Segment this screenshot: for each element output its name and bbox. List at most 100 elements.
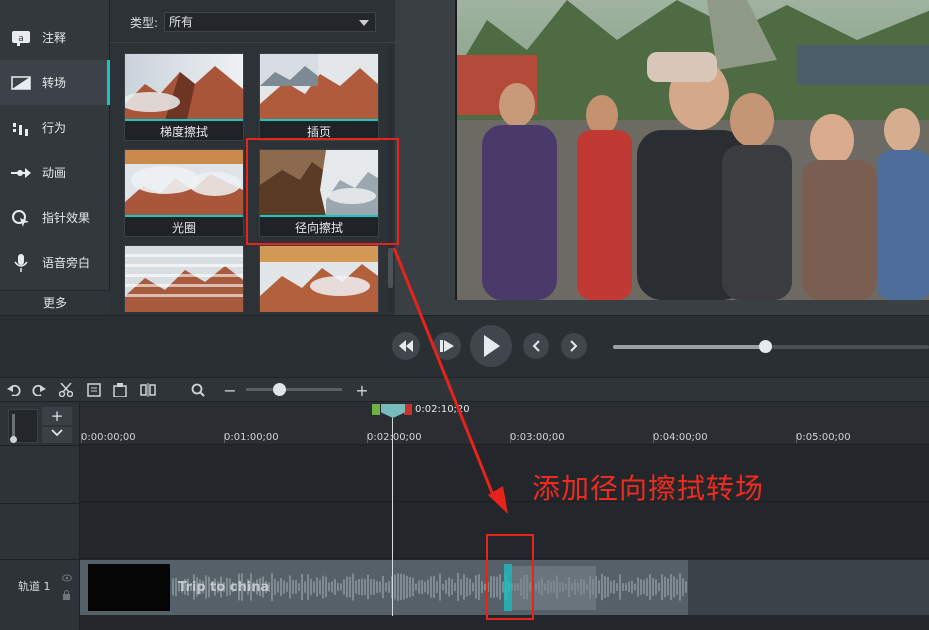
waveform-bar: [340, 583, 342, 591]
waveform-bar: [676, 578, 678, 596]
mountain-preview-image: [260, 246, 378, 312]
previous-clip-button[interactable]: [523, 333, 549, 359]
sidebar-item-label: 语音旁白: [42, 256, 91, 270]
ruler-tick-label: 0:05:00;00: [796, 432, 851, 443]
annotation-arrow: [392, 247, 508, 514]
waveform-bar: [433, 575, 435, 599]
waveform-bar: [598, 580, 600, 594]
type-filter-value: 所有: [169, 15, 194, 29]
transition-thumbnail-iris[interactable]: 光圈: [124, 149, 244, 237]
waveform-bar: [328, 582, 330, 592]
chevron-down-icon: [359, 20, 370, 26]
type-filter-dropdown[interactable]: 所有: [164, 12, 377, 32]
sidebar-item-cursor-effects[interactable]: 指针效果: [0, 195, 110, 240]
waveform-bar: [625, 583, 627, 591]
waveform-bar: [607, 576, 609, 598]
waveform-bar: [310, 578, 312, 596]
collapse-tracks-button[interactable]: [42, 427, 72, 443]
waveform-bar: [472, 582, 474, 592]
cut-icon[interactable]: [58, 381, 74, 399]
waveform-bar: [601, 573, 603, 601]
sidebar-item-annotations[interactable]: a 注释: [0, 15, 110, 60]
waveform-bar: [604, 576, 606, 598]
transition-thumbnail-slide[interactable]: [259, 245, 379, 312]
waveform-bar: [313, 581, 315, 593]
waveform-bar: [403, 574, 405, 600]
sidebar-item-transitions[interactable]: 转场: [0, 60, 110, 105]
waveform-bar: [457, 573, 459, 601]
waveform-bar: [679, 573, 681, 601]
playback-progress-handle[interactable]: [759, 340, 772, 353]
paste-icon[interactable]: [112, 381, 128, 399]
waveform-bar: [451, 579, 453, 595]
lock-icon[interactable]: [62, 589, 72, 600]
zoom-search-icon: [190, 381, 206, 399]
waveform-bar: [301, 573, 303, 601]
waveform-bar: [649, 574, 651, 600]
waveform-bar: [454, 583, 456, 591]
waveform-bar: [424, 581, 426, 593]
track-height-control[interactable]: [8, 409, 38, 443]
waveform-bar: [367, 574, 369, 600]
waveform-bar: [427, 579, 429, 595]
highlight-box-transition: [486, 534, 534, 620]
transition-thumbnail-stripes[interactable]: [124, 245, 244, 312]
add-track-button[interactable]: +: [42, 407, 72, 425]
sidebar-item-behaviors[interactable]: 行为: [0, 105, 110, 150]
waveform-bar: [385, 582, 387, 592]
waveform-bar: [361, 578, 363, 596]
waveform-bar: [322, 575, 324, 599]
waveform-bar: [415, 583, 417, 591]
waveform-bar: [394, 574, 396, 600]
waveform-bar: [295, 580, 297, 594]
waveform-bar: [436, 581, 438, 593]
zoom-in-icon[interactable]: +: [355, 381, 369, 400]
redo-icon[interactable]: [31, 381, 47, 399]
waveform-bar: [469, 578, 471, 596]
sidebar-item-label: 行为: [42, 121, 67, 135]
waveform-bar: [622, 583, 624, 591]
more-button[interactable]: 更多: [0, 290, 110, 315]
waveform-bar: [373, 579, 375, 595]
playback-progress-fill: [613, 345, 765, 349]
waveform-bar: [304, 581, 306, 593]
waveform-bar: [331, 581, 333, 593]
next-clip-button[interactable]: [561, 333, 587, 359]
thumbnail-accent-bar: [125, 119, 243, 121]
track-name-label: 轨道 1: [18, 580, 51, 593]
waveform-bar: [418, 580, 420, 594]
waveform-bar: [421, 580, 423, 594]
waveform-bar: [316, 577, 318, 597]
waveform-bar: [175, 577, 177, 597]
eye-icon[interactable]: [62, 571, 72, 582]
waveform-bar: [664, 576, 666, 598]
annotation-caption: 添加径向擦拭转场: [532, 472, 765, 505]
undo-icon[interactable]: [6, 381, 22, 399]
waveform-bar: [475, 575, 477, 599]
transition-thumbnail-page-insert[interactable]: 插页: [259, 53, 379, 141]
thumbnail-label: 光圈: [171, 221, 196, 235]
ruler-tick-label: 0:00:00;00: [81, 432, 136, 443]
copy-icon[interactable]: [86, 381, 102, 399]
waveform-bar: [406, 575, 408, 599]
zoom-slider-handle[interactable]: [273, 383, 286, 396]
zoom-out-icon[interactable]: −: [223, 381, 236, 400]
waveform-bar: [610, 581, 612, 593]
chevron-left-icon: [532, 340, 540, 352]
transition-thumbnail-gradient-wipe[interactable]: 梯度擦拭: [124, 53, 244, 141]
selection-start-handle[interactable]: [372, 404, 380, 415]
split-icon[interactable]: [139, 381, 157, 399]
svg-text:a: a: [18, 34, 24, 44]
sidebar-item-animations[interactable]: 动画: [0, 150, 110, 195]
waveform-bar: [337, 583, 339, 591]
zoom-slider-track[interactable]: [246, 388, 342, 391]
sidebar-item-label: 指针效果: [42, 211, 91, 225]
waveform-bar: [349, 576, 351, 598]
waveform-bar: [430, 576, 432, 598]
waveform-bar: [358, 579, 360, 595]
waveform-bar: [352, 573, 354, 601]
sidebar-item-label: 动画: [42, 166, 67, 180]
waveform-bar: [370, 579, 372, 595]
sidebar-item-voice-narration[interactable]: 语音旁白: [0, 240, 110, 285]
waveform-bar: [439, 573, 441, 601]
